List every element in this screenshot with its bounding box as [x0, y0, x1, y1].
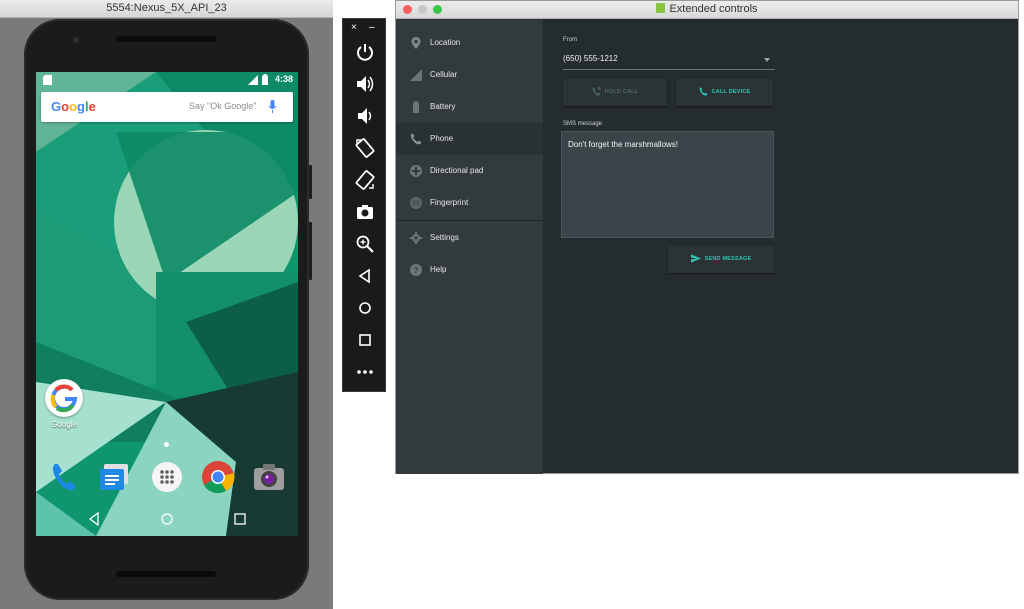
sidebar-item-phone[interactable]: Phone	[396, 123, 543, 155]
battery-icon	[262, 74, 268, 85]
google-logo: Google	[51, 99, 96, 114]
camera-icon[interactable]	[252, 460, 286, 494]
google-search-bar[interactable]: Google Say "Ok Google"	[41, 92, 293, 122]
fingerprint-icon	[410, 197, 422, 209]
window-title: Extended controls	[396, 1, 1018, 18]
volume-side-button[interactable]	[309, 222, 312, 280]
window-title-text: Extended controls	[669, 3, 758, 15]
back-icon[interactable]	[88, 512, 100, 526]
sidebar-item-cellular[interactable]: Cellular	[396, 59, 543, 91]
phone-icon[interactable]	[47, 460, 81, 494]
emulator-window: 5554:Nexus_5X_API_23 4:38 Google Say "Ok…	[0, 0, 333, 609]
phone-icon	[410, 133, 422, 145]
send-icon	[690, 254, 701, 263]
overview-icon[interactable]	[354, 329, 376, 351]
emulator-title: 5554:Nexus_5X_API_23	[0, 0, 333, 18]
messages-icon[interactable]	[98, 460, 132, 494]
hold-call-button[interactable]: HOLD CALL	[563, 79, 667, 106]
google-g-icon	[45, 379, 83, 417]
sidebar-item-label: Directional pad	[430, 166, 484, 175]
volume-down-icon[interactable]	[354, 105, 376, 127]
call-device-label: CALL DEVICE	[711, 89, 751, 95]
extended-controls-app-icon	[656, 3, 666, 13]
sms-label: SMS message	[563, 121, 603, 127]
power-icon[interactable]	[354, 41, 376, 63]
battery-icon	[413, 101, 419, 113]
svg-text:?: ?	[414, 266, 419, 275]
sidebar-item-label: Cellular	[430, 70, 458, 79]
sidebar-item-label: Help	[430, 265, 447, 274]
sms-message-text: Don't forget the marshmallows!	[568, 140, 679, 149]
help-icon: ?	[410, 264, 422, 276]
camera-icon[interactable]	[354, 201, 376, 223]
sms-message-field[interactable]: Don't forget the marshmallows!	[561, 131, 774, 238]
phone-hold-icon	[592, 87, 601, 96]
sidebar-item-fingerprint[interactable]: Fingerprint	[396, 187, 543, 219]
location-pin-icon	[411, 37, 421, 49]
sidebar-item-directional-pad[interactable]: Directional pad	[396, 155, 543, 187]
status-time: 4:38	[274, 74, 293, 84]
extended-controls-titlebar: Extended controls	[396, 1, 1018, 19]
zoom-icon[interactable]	[354, 233, 376, 255]
front-camera-icon	[73, 37, 79, 43]
sidebar-item-label: Fingerprint	[430, 198, 469, 207]
chrome-icon[interactable]	[201, 460, 235, 494]
home-icon[interactable]	[354, 297, 376, 319]
phone-screen[interactable]: 4:38 Google Say "Ok Google" Google	[36, 72, 298, 536]
sidebar-item-label: Phone	[430, 134, 454, 143]
rotate-right-icon[interactable]	[354, 169, 376, 191]
signal-icon	[410, 69, 422, 81]
sidebar-item-settings[interactable]: Settings	[396, 222, 543, 254]
sidebar-item-label: Settings	[430, 233, 459, 242]
hold-call-label: HOLD CALL	[604, 89, 639, 95]
toolbar-window-controls: × –	[343, 22, 387, 34]
sidebar-divider	[396, 220, 543, 221]
sd-card-icon	[43, 75, 52, 85]
minimize-icon[interactable]: –	[369, 22, 375, 33]
signal-icon	[248, 75, 258, 85]
microphone-icon[interactable]	[268, 100, 277, 114]
recents-icon[interactable]	[234, 512, 246, 526]
more-icon[interactable]	[354, 361, 376, 383]
page-indicator	[164, 442, 169, 447]
google-app-label: Google	[51, 420, 77, 429]
from-underline	[563, 69, 775, 70]
bottom-speaker	[116, 571, 216, 577]
home-icon[interactable]	[160, 512, 174, 526]
gear-icon	[410, 232, 422, 244]
status-bar: 4:38	[36, 72, 298, 88]
call-device-button[interactable]: CALL DEVICE	[676, 79, 773, 106]
extended-controls-sidebar: Location Cellular Battery Phone Directio…	[396, 19, 543, 474]
google-app-shortcut[interactable]: Google	[44, 379, 84, 429]
rotate-left-icon[interactable]	[354, 137, 376, 159]
phone-call-icon	[699, 87, 708, 96]
navigation-bar	[36, 504, 298, 536]
top-speaker	[116, 36, 216, 42]
from-dropdown[interactable]: (650) 555-1212	[563, 54, 618, 63]
dpad-icon	[410, 165, 422, 177]
chevron-down-icon[interactable]	[764, 58, 770, 62]
sidebar-item-location[interactable]: Location	[396, 27, 543, 59]
send-message-label: SEND MESSAGE	[704, 256, 752, 262]
sidebar-item-battery[interactable]: Battery	[396, 91, 543, 123]
emulator-toolbar: × –	[342, 18, 386, 392]
phone-panel: From (650) 555-1212 HOLD CALL CALL DEVIC…	[543, 19, 1018, 474]
from-label: From	[563, 37, 577, 43]
sidebar-item-help[interactable]: ? Help	[396, 254, 543, 286]
search-hint: Say "Ok Google"	[189, 101, 257, 111]
sidebar-item-label: Battery	[430, 102, 456, 111]
app-drawer-icon[interactable]	[150, 460, 184, 494]
sidebar-item-label: Location	[430, 38, 461, 47]
send-message-button[interactable]: SEND MESSAGE	[668, 246, 774, 273]
extended-controls-window: Extended controls Location Cellular Batt…	[395, 0, 1019, 474]
back-icon[interactable]	[354, 265, 376, 287]
volume-up-icon[interactable]	[354, 73, 376, 95]
close-icon[interactable]: ×	[351, 22, 357, 33]
power-side-button[interactable]	[309, 165, 312, 199]
